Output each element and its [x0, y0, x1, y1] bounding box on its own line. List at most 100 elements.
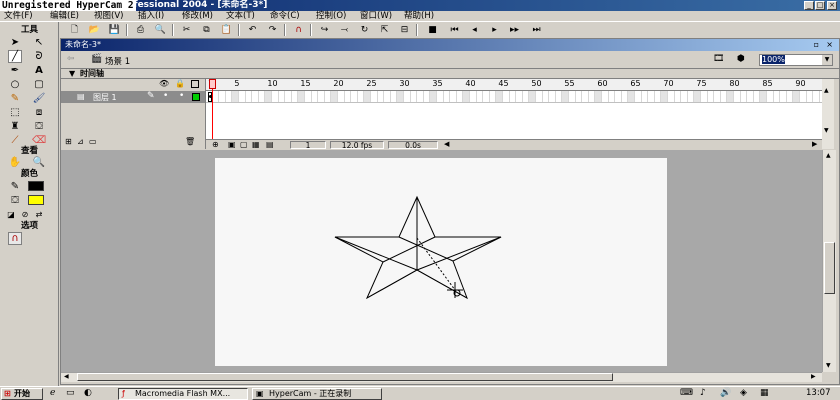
align-icon[interactable]: ⊟: [398, 24, 411, 36]
straighten-icon[interactable]: ⤙: [338, 24, 351, 36]
frame-cell[interactable]: [258, 91, 266, 102]
copy-icon[interactable]: ⧉: [200, 24, 213, 36]
frame-cell[interactable]: [661, 91, 668, 102]
frame-cell[interactable]: [489, 91, 497, 102]
frame-cell[interactable]: [278, 91, 286, 102]
star-drawing[interactable]: [215, 158, 667, 366]
frame-cell[interactable]: [562, 91, 569, 102]
collapse-triangle-icon[interactable]: ▼: [69, 69, 75, 78]
pencil-tool-icon[interactable]: ✎: [8, 92, 22, 105]
frame-cell[interactable]: [430, 91, 437, 102]
document-tab[interactable]: 未命名-3* ▫ ×: [61, 39, 839, 51]
chevron-down-icon[interactable]: ▼: [822, 55, 832, 65]
frame-cell[interactable]: [324, 91, 332, 102]
paint-bucket-tool-icon[interactable]: ⛋: [32, 120, 46, 133]
step-back-icon[interactable]: ◂: [468, 24, 481, 36]
quicklaunch-ie-icon[interactable]: ℯ: [50, 388, 55, 398]
frames-area[interactable]: 151015202530354045505560657075808590: [206, 79, 822, 139]
frame-cell[interactable]: [450, 91, 457, 102]
frame-cell[interactable]: [628, 91, 635, 102]
frame-cell[interactable]: [456, 91, 464, 102]
scroll-up-icon[interactable]: ▲: [826, 152, 831, 159]
subselect-tool-icon[interactable]: ↖: [32, 36, 46, 49]
line-tool-icon[interactable]: ╱: [8, 50, 22, 63]
frame-cell[interactable]: [331, 91, 338, 102]
menu-view[interactable]: 视图(V): [94, 11, 123, 22]
frame-cell[interactable]: [621, 91, 629, 102]
frame-cell[interactable]: [595, 91, 602, 102]
scroll-thumb[interactable]: [824, 242, 835, 294]
redo-icon[interactable]: ↷: [266, 24, 279, 36]
frame-cell[interactable]: [437, 91, 444, 102]
scroll-thumb[interactable]: [77, 373, 613, 381]
scroll-right-icon[interactable]: ▶: [811, 373, 816, 380]
onion-skin-icon[interactable]: ▣: [228, 140, 236, 149]
edit-scene-icon[interactable]: 🎞: [713, 54, 724, 64]
frame-cell[interactable]: [417, 91, 424, 102]
hand-tool-icon[interactable]: ✋: [8, 156, 22, 169]
scroll-down-icon[interactable]: ▼: [826, 362, 831, 369]
frame-cell[interactable]: [780, 91, 787, 102]
frame-cell[interactable]: [404, 91, 411, 102]
play-icon[interactable]: ▸: [488, 24, 501, 36]
frame-cell[interactable]: [747, 91, 754, 102]
tray-volume-icon[interactable]: 🔊: [720, 388, 731, 398]
center-frame-icon[interactable]: ⊕: [212, 140, 219, 149]
frame-cell[interactable]: [542, 91, 550, 102]
frame-cell[interactable]: [786, 91, 794, 102]
show-hide-all-icon[interactable]: 👁: [159, 79, 169, 88]
fill-transform-tool-icon[interactable]: ⧈: [32, 106, 46, 119]
modify-onion-markers-icon[interactable]: ▤: [266, 140, 274, 149]
doc-minimize-icon[interactable]: ▫: [814, 39, 819, 51]
frame-cell[interactable]: [588, 91, 596, 102]
doc-close-icon[interactable]: ×: [826, 39, 833, 51]
scroll-down-icon[interactable]: ▼: [824, 127, 829, 134]
stroke-color-swatch[interactable]: [28, 181, 44, 191]
frame-cell[interactable]: [377, 91, 385, 102]
fps-field[interactable]: 12.0 fps: [330, 141, 384, 149]
brush-tool-icon[interactable]: 🖌: [32, 92, 46, 105]
fill-color-swatch[interactable]: [28, 195, 44, 205]
frame-cell[interactable]: [701, 91, 708, 102]
frame-cell[interactable]: [773, 91, 781, 102]
frame-cell[interactable]: [285, 91, 292, 102]
frame-cell[interactable]: [305, 91, 312, 102]
frame-cell[interactable]: [602, 91, 609, 102]
lasso-tool-icon[interactable]: ᘐ: [32, 50, 46, 63]
frame-ruler[interactable]: 151015202530354045505560657075808590: [206, 79, 822, 91]
frame-row[interactable]: [206, 91, 822, 103]
print-icon[interactable]: ⎙: [134, 24, 147, 36]
default-colors-icon[interactable]: ◪: [4, 208, 18, 221]
frame-cell[interactable]: [800, 91, 807, 102]
oval-tool-icon[interactable]: ○: [8, 78, 22, 91]
stage-vertical-scrollbar[interactable]: ▲ ▼: [822, 150, 836, 372]
frame-cell[interactable]: [740, 91, 748, 102]
frame-cell[interactable]: [707, 91, 715, 102]
arrow-tool-icon[interactable]: ➤: [8, 36, 22, 49]
frame-cell[interactable]: [397, 91, 404, 102]
frame-cell[interactable]: [318, 91, 325, 102]
print-preview-icon[interactable]: 🔍: [154, 24, 167, 36]
undo-icon[interactable]: ↶: [246, 24, 259, 36]
lock-all-icon[interactable]: 🔒: [175, 79, 185, 88]
paste-icon[interactable]: 📋: [220, 24, 233, 36]
frame-cell[interactable]: [674, 91, 682, 102]
frame-cell[interactable]: [575, 91, 583, 102]
quicklaunch-media-icon[interactable]: ◐: [84, 388, 92, 398]
timeline-header[interactable]: ▼ 时间轴: [61, 69, 839, 79]
tray-ime-icon[interactable]: ♪: [700, 388, 706, 398]
frame-cell[interactable]: [410, 91, 418, 102]
frame-cell[interactable]: [549, 91, 556, 102]
pen-tool-icon[interactable]: ✒: [8, 64, 22, 77]
timeline-vertical-scrollbar[interactable]: ▲ ▼: [822, 79, 834, 149]
frame-cell[interactable]: [714, 91, 721, 102]
free-transform-tool-icon[interactable]: ⬚: [8, 106, 22, 119]
menu-insert[interactable]: 插入(I): [138, 11, 164, 22]
close-button[interactable]: ×: [827, 1, 837, 10]
frame-cell[interactable]: [522, 91, 530, 102]
frame-cell[interactable]: [463, 91, 470, 102]
edit-symbol-icon[interactable]: ⬢: [737, 54, 745, 64]
tray-network-icon[interactable]: ⌨: [680, 388, 693, 398]
tray-app-icon[interactable]: ▦: [760, 388, 769, 398]
scroll-up-icon[interactable]: ▲: [824, 87, 829, 94]
